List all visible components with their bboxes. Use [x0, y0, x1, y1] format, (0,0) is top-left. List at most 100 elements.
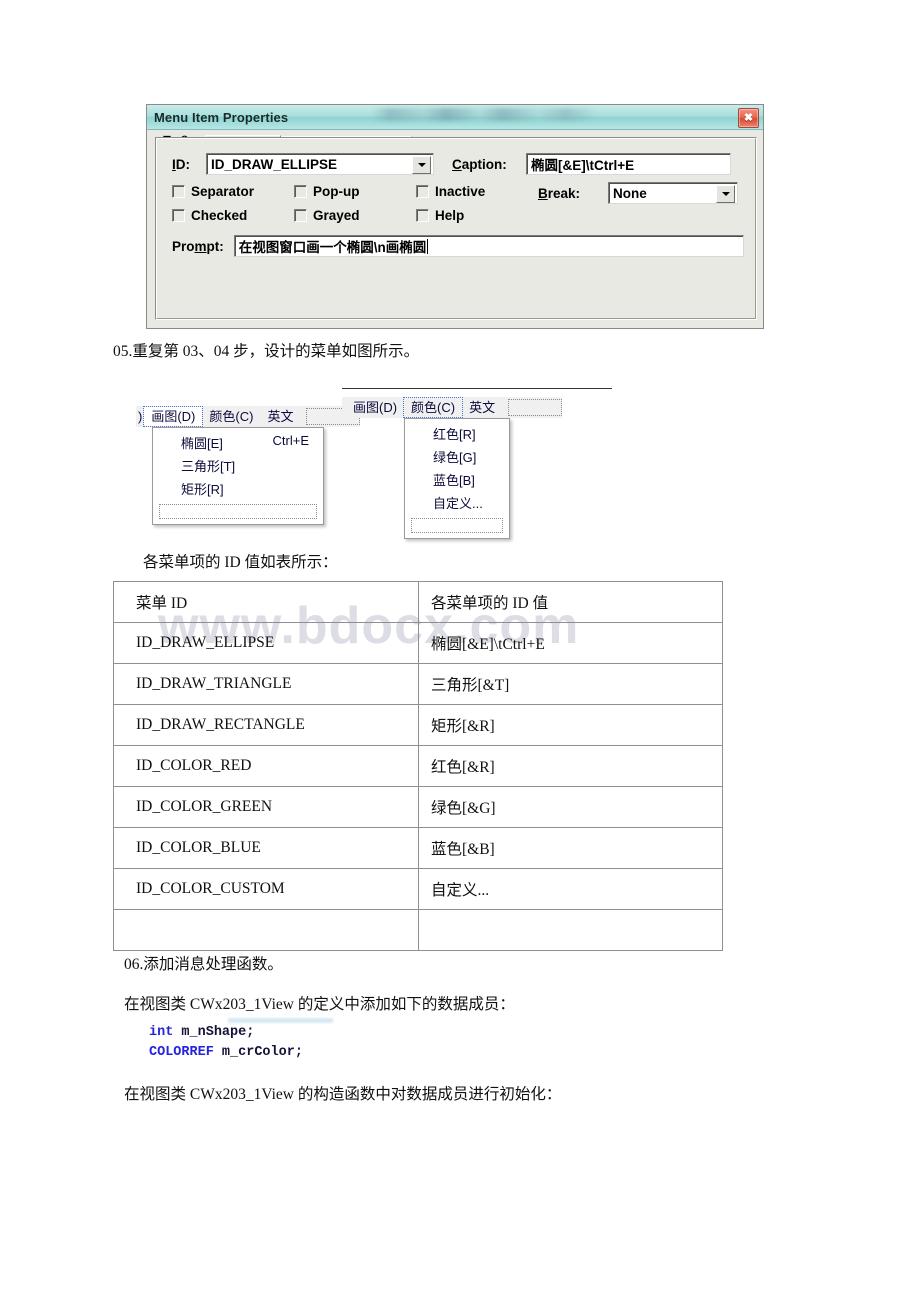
checkbox-box-checked: [172, 209, 185, 222]
table-row: ID_COLOR_CUSTOM 自定义...: [113, 868, 723, 910]
break-combobox[interactable]: None: [608, 182, 738, 204]
cell-id: ID_DRAW_ELLIPSE: [113, 622, 419, 664]
chevron-down-icon-break[interactable]: [716, 185, 735, 203]
checkbox-box-separator: [172, 185, 185, 198]
step-05-paragraph: 05.重复第 03、04 步，设计的菜单如图所示。: [113, 343, 420, 360]
close-button[interactable]: ✖: [738, 108, 759, 128]
checkbox-popup-label: Pop-up: [313, 184, 360, 199]
prompt-input[interactable]: 在视图窗口画一个椭圆\n画椭圆: [233, 235, 744, 257]
caption-input[interactable]: 椭圆[&E]\tCtrl+E: [526, 153, 731, 175]
checkbox-help-label: Help: [435, 208, 465, 223]
dialog-title-bar: Menu Item Properties ✖: [147, 105, 763, 130]
menu-designer-draw: ) 画图(D) 颜色(C) 英文 椭圆[E] Ctrl+E 三角形[T] 矩形[…: [136, 406, 361, 525]
id-caption-row: ID: ID_DRAW_ELLIPSE Caption: 椭圆[&E]\tCtr…: [172, 152, 744, 176]
table-body: 菜单 ID 各菜单项的 ID 值 ID_DRAW_ELLIPSE 椭圆[&E]\…: [113, 581, 723, 951]
prompt-row: Prompt: 在视图窗口画一个椭圆\n画椭圆: [172, 234, 744, 258]
cell-value: 椭圆[&E]\tCtrl+E: [418, 622, 723, 664]
cell-value: 蓝色[&B]: [418, 827, 723, 869]
cell-id: ID_COLOR_RED: [113, 745, 419, 787]
checkbox-grayed-label: Grayed: [313, 208, 360, 223]
checkbox-grayed[interactable]: Grayed: [294, 208, 360, 223]
text-caret: [427, 238, 429, 254]
menu-item-triangle[interactable]: 三角形[T]: [153, 454, 323, 477]
menu-id-table: 菜单 ID 各菜单项的 ID 值 ID_DRAW_ELLIPSE 椭圆[&E]\…: [113, 581, 723, 951]
menubar-item-draw[interactable]: 画图(D): [143, 406, 204, 427]
checkbox-box-popup: [294, 185, 307, 198]
menubar-item-draw-2[interactable]: 画图(D): [346, 398, 404, 417]
break-label: Break:: [538, 186, 581, 201]
menu-item-green[interactable]: 绿色[G]: [405, 445, 509, 468]
cell-id: [113, 909, 419, 951]
dialog-title: Menu Item Properties: [154, 109, 289, 125]
prompt-label: Prompt:: [172, 238, 224, 254]
menu-item-properties-dialog: Menu Item Properties ✖ ?: [146, 104, 764, 329]
menubar-item-english[interactable]: 英文: [260, 407, 300, 426]
checkbox-separator-label: Separator: [191, 184, 255, 199]
checkbox-box-inactive: [416, 185, 429, 198]
document-page: Menu Item Properties ✖ ?: [0, 0, 920, 1302]
redacted-title-smudge: [372, 108, 597, 121]
code-keyword-colorref: COLORREF: [149, 1044, 214, 1060]
menu-item-rectangle[interactable]: 矩形[R]: [153, 477, 323, 500]
cell-value: 矩形[&R]: [418, 704, 723, 746]
menu-new-item-placeholder-draw[interactable]: [159, 504, 317, 519]
table-row: ID_DRAW_ELLIPSE 椭圆[&E]\tCtrl+E: [113, 622, 723, 664]
checkbox-box-help: [416, 209, 429, 222]
table-caption: 各菜单项的 ID 值如表所示：: [143, 554, 338, 571]
menu-popup-draw: 椭圆[E] Ctrl+E 三角形[T] 矩形[R]: [152, 427, 324, 525]
code-block: int m_nShape; COLORREF m_crColor;: [149, 1023, 303, 1062]
chevron-down-icon[interactable]: [412, 156, 431, 174]
break-value: None: [613, 185, 647, 201]
checkbox-checked[interactable]: Checked: [172, 208, 247, 223]
prompt-value: 在视图窗口画一个椭圆\n画椭圆: [238, 240, 427, 255]
checkbox-popup[interactable]: Pop-up: [294, 184, 360, 199]
menu-item-custom-label: 自定义...: [433, 496, 483, 511]
checkbox-separator[interactable]: Separator: [172, 184, 254, 199]
menu-item-ellipse[interactable]: 椭圆[E] Ctrl+E: [153, 431, 323, 454]
table-row: ID_COLOR_RED 红色[&R]: [113, 745, 723, 787]
checkbox-help[interactable]: Help: [416, 208, 464, 223]
table-header-row: 菜单 ID 各菜单项的 ID 值: [113, 581, 723, 623]
menu-designer-color: 画图(D) 颜色(C) 英文 红色[R] 绿色[G] 蓝色[B] 自定义...: [342, 388, 612, 539]
menu-item-ellipse-label: 椭圆[E]: [181, 436, 223, 451]
menu-popup-color: 红色[R] 绿色[G] 蓝色[B] 自定义...: [404, 418, 510, 539]
table-row: ID_COLOR_GREEN 绿色[&G]: [113, 786, 723, 828]
data-members-paragraph: 在视图类 CWx203_1View 的定义中添加如下的数据成员：: [124, 996, 515, 1013]
id-combobox[interactable]: ID_DRAW_ELLIPSE: [206, 153, 434, 175]
menubar-item-color[interactable]: 颜色(C): [202, 407, 260, 426]
flags-row: Separator Pop-up Inactive Checked Grayed: [172, 182, 744, 230]
menu-item-ellipse-accel: Ctrl+E: [272, 433, 309, 448]
close-icon: ✖: [743, 111, 754, 124]
dialog-general-panel: ID: ID_DRAW_ELLIPSE Caption: 椭圆[&E]\tCtr…: [155, 137, 757, 320]
table-header-cell-2: 各菜单项的 ID 值: [418, 581, 723, 623]
id-label: ID:: [172, 156, 191, 172]
menu-item-custom[interactable]: 自定义...: [405, 491, 509, 514]
cell-id: ID_COLOR_GREEN: [113, 786, 419, 828]
table-row-empty: [113, 909, 723, 951]
caption-value: 椭圆[&E]\tCtrl+E: [531, 158, 635, 173]
menu-item-red-label: 红色[R]: [433, 427, 476, 442]
menu-item-red[interactable]: 红色[R]: [405, 422, 509, 445]
cell-id: ID_COLOR_CUSTOM: [113, 868, 419, 910]
menubar-draw: ) 画图(D) 颜色(C) 英文: [136, 406, 361, 427]
checkbox-box-grayed: [294, 209, 307, 222]
menubar-item-color-2[interactable]: 颜色(C): [403, 397, 464, 418]
cell-id: ID_DRAW_TRIANGLE: [113, 663, 419, 705]
caption-label: Caption:: [452, 156, 507, 172]
table-row: ID_DRAW_RECTANGLE 矩形[&R]: [113, 704, 723, 746]
checkbox-checked-label: Checked: [191, 208, 248, 223]
code-ident-nshape: m_nShape;: [173, 1025, 255, 1040]
checkbox-inactive-label: Inactive: [435, 184, 486, 199]
checkbox-inactive[interactable]: Inactive: [416, 184, 485, 199]
cell-id: ID_DRAW_RECTANGLE: [113, 704, 419, 746]
menu-item-rectangle-label: 矩形[R]: [181, 482, 224, 497]
step-06-paragraph: 06.添加消息处理函数。: [124, 956, 283, 973]
designer-separator-line: [342, 388, 612, 389]
menu-new-item-placeholder-color[interactable]: [411, 518, 503, 533]
menubar-new-item-placeholder-2[interactable]: [508, 399, 563, 416]
code-keyword-int: int: [149, 1025, 174, 1040]
menubar-item-english-2[interactable]: 英文: [462, 398, 502, 417]
menu-item-blue[interactable]: 蓝色[B]: [405, 468, 509, 491]
constructor-paragraph: 在视图类 CWx203_1View 的构造函数中对数据成员进行初始化：: [124, 1086, 562, 1103]
table-row: ID_COLOR_BLUE 蓝色[&B]: [113, 827, 723, 869]
